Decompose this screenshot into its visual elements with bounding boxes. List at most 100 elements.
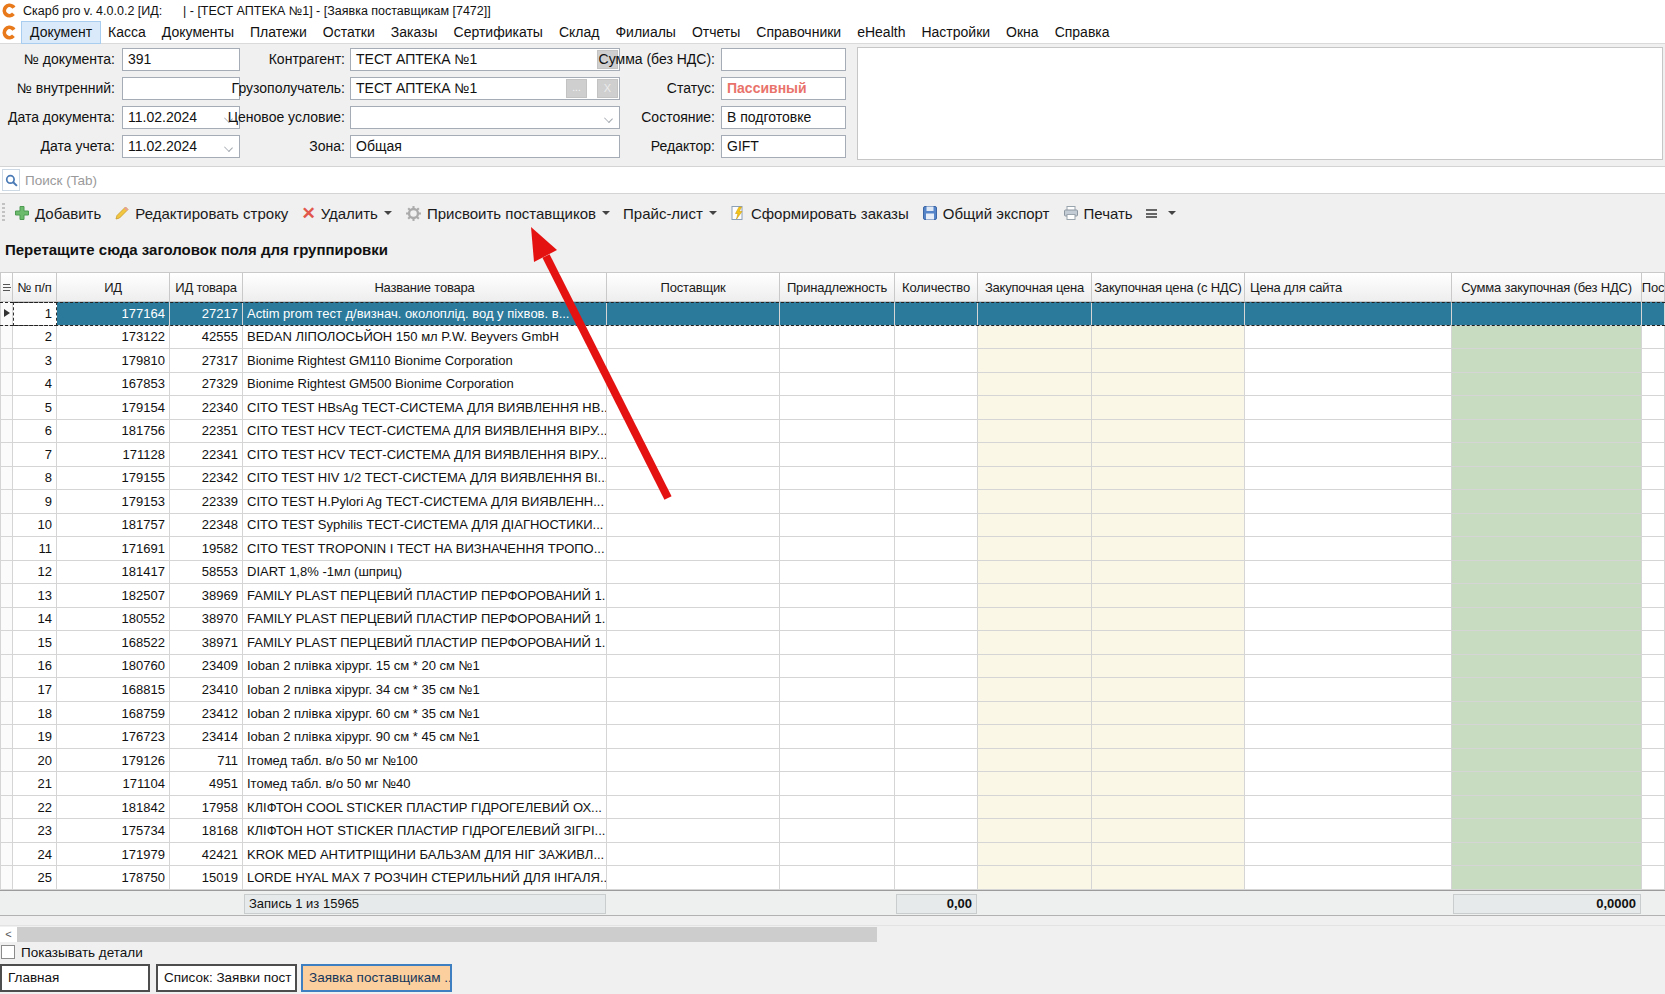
cell-tid[interactable]: 711 <box>170 749 243 773</box>
cell-id[interactable]: 179810 <box>57 349 170 373</box>
cell-price_vat[interactable] <box>1092 866 1245 890</box>
cell-num[interactable]: 3 <box>13 349 57 373</box>
cell-name[interactable]: Ioban 2 плівка хірург. 34 см * 35 см №1 <box>243 678 607 702</box>
cell-extra[interactable] <box>1642 584 1665 608</box>
cell-name[interactable]: КЛІФТОН HOT STICKER ПЛАСТИР ГІДРОГЕЛЕВИЙ… <box>243 819 607 843</box>
column-header-num[interactable]: № п/п <box>13 272 57 302</box>
menu-item-12[interactable]: eHealth <box>849 22 913 43</box>
cell-belong[interactable] <box>780 490 895 514</box>
cell-id[interactable]: 178750 <box>57 866 170 890</box>
cell-qty[interactable] <box>895 349 978 373</box>
cell-qty[interactable] <box>895 537 978 561</box>
cell-supplier[interactable] <box>607 537 780 561</box>
cell-supplier[interactable] <box>607 349 780 373</box>
cell-tid[interactable]: 23409 <box>170 655 243 679</box>
cell-belong[interactable] <box>780 373 895 397</box>
cell-tid[interactable]: 22339 <box>170 490 243 514</box>
cell-id[interactable]: 171979 <box>57 843 170 867</box>
cell-sum[interactable] <box>1452 702 1642 726</box>
cell-supplier[interactable] <box>607 561 780 585</box>
cell-price[interactable] <box>978 514 1092 538</box>
cell-sum[interactable] <box>1452 655 1642 679</box>
cell-site_price[interactable] <box>1245 796 1452 820</box>
table-row[interactable]: 618175622351CITO TEST HCV ТЕСТ-СИСТЕМА Д… <box>0 420 1665 444</box>
cell-site_price[interactable] <box>1245 561 1452 585</box>
cell-site_price[interactable] <box>1245 326 1452 350</box>
cell-name[interactable]: DIART 1,8% -1мл (шприц) <box>243 561 607 585</box>
cell-qty[interactable] <box>895 608 978 632</box>
table-row[interactable]: 917915322339CITO TEST H.Pylori Ag ТЕСТ-С… <box>0 490 1665 514</box>
cell-site_price[interactable] <box>1245 443 1452 467</box>
cell-extra[interactable] <box>1642 772 1665 796</box>
table-row[interactable]: 1917672323414Ioban 2 плівка хірург. 90 с… <box>0 725 1665 749</box>
cell-sum[interactable] <box>1452 349 1642 373</box>
cell-supplier[interactable] <box>607 420 780 444</box>
cell-supplier[interactable] <box>607 326 780 350</box>
cell-site_price[interactable] <box>1245 702 1452 726</box>
cell-extra[interactable] <box>1642 373 1665 397</box>
cell-name[interactable]: Ітомед табл. в/о 50 мг №100 <box>243 749 607 773</box>
column-header-price[interactable]: Закупочная цена <box>978 272 1092 302</box>
cell-name[interactable]: LORDE HYAL MAX 7 РОЗЧИН СТЕРИЛЬНИЙ ДЛЯ І… <box>243 866 607 890</box>
cell-qty[interactable] <box>895 631 978 655</box>
cell-name[interactable]: CITO TEST HIV 1/2 ТЕСТ-СИСТЕМА ДЛЯ ВИЯВЛ… <box>243 467 607 491</box>
cell-supplier[interactable] <box>607 843 780 867</box>
cell-name[interactable]: FAMILY PLAST ПЕРЦЕВИЙ ПЛАСТИР ПЕРФОРОВАН… <box>243 584 607 608</box>
cell-extra[interactable] <box>1642 443 1665 467</box>
cell-name[interactable]: CITO TEST HBsAg ТЕСТ-СИСТЕМА ДЛЯ ВИЯВЛЕН… <box>243 396 607 420</box>
cell-price_vat[interactable] <box>1092 725 1245 749</box>
cell-extra[interactable] <box>1642 561 1665 585</box>
column-header-name[interactable]: Название товара <box>243 272 607 302</box>
cell-sum[interactable] <box>1452 819 1642 843</box>
cell-id[interactable]: 179154 <box>57 396 170 420</box>
cell-num[interactable]: 23 <box>13 819 57 843</box>
cell-price_vat[interactable] <box>1092 608 1245 632</box>
sum-no-vat-input[interactable] <box>721 48 846 71</box>
cell-belong[interactable] <box>780 796 895 820</box>
table-row[interactable]: 117716427217Actim prom тест д/визнач. ок… <box>0 302 1665 326</box>
cell-num[interactable]: 19 <box>13 725 57 749</box>
table-row[interactable]: 416785327329Bionime Rightest GM500 Bioni… <box>0 373 1665 397</box>
menu-item-4[interactable]: Платежи <box>242 22 315 43</box>
cell-sum[interactable] <box>1452 796 1642 820</box>
cell-supplier[interactable] <box>607 655 780 679</box>
table-row[interactable]: 317981027317Bionime Rightest GM110 Bioni… <box>0 349 1665 373</box>
cell-id[interactable]: 180552 <box>57 608 170 632</box>
cell-sum[interactable] <box>1452 396 1642 420</box>
cell-num[interactable]: 12 <box>13 561 57 585</box>
cell-name[interactable]: Bionime Rightest GM110 Bionime Corporati… <box>243 349 607 373</box>
cell-tid[interactable]: 27329 <box>170 373 243 397</box>
cell-site_price[interactable] <box>1245 843 1452 867</box>
cell-price[interactable] <box>978 702 1092 726</box>
cell-price[interactable] <box>978 796 1092 820</box>
cell-price_vat[interactable] <box>1092 490 1245 514</box>
cell-id[interactable]: 168759 <box>57 702 170 726</box>
cell-belong[interactable] <box>780 396 895 420</box>
cell-site_price[interactable] <box>1245 514 1452 538</box>
scrollbar-thumb[interactable] <box>17 927 877 942</box>
cell-site_price[interactable] <box>1245 655 1452 679</box>
cell-belong[interactable] <box>780 631 895 655</box>
cell-tid[interactable]: 23414 <box>170 725 243 749</box>
column-header-marker[interactable] <box>0 272 13 302</box>
cell-extra[interactable] <box>1642 537 1665 561</box>
cell-sum[interactable] <box>1452 420 1642 444</box>
cell-belong[interactable] <box>780 819 895 843</box>
cell-supplier[interactable] <box>607 631 780 655</box>
cell-site_price[interactable] <box>1245 584 1452 608</box>
cell-id[interactable]: 181417 <box>57 561 170 585</box>
cell-tid[interactable]: 27317 <box>170 349 243 373</box>
cell-qty[interactable] <box>895 819 978 843</box>
cell-sum[interactable] <box>1452 749 1642 773</box>
cell-name[interactable]: CITO TEST H.Pylori Ag ТЕСТ-СИСТЕМА ДЛЯ В… <box>243 490 607 514</box>
cell-site_price[interactable] <box>1245 537 1452 561</box>
cell-name[interactable]: Bionime Rightest GM500 Bionime Corporati… <box>243 373 607 397</box>
table-row[interactable]: 1318250738969FAMILY PLAST ПЕРЦЕВИЙ ПЛАСТ… <box>0 584 1665 608</box>
cell-tid[interactable]: 22348 <box>170 514 243 538</box>
table-row[interactable]: 1018175722348CITO TEST Syphilis ТЕСТ-СИС… <box>0 514 1665 538</box>
cell-price_vat[interactable] <box>1092 349 1245 373</box>
cell-name[interactable]: КЛІФТОН COOL STICKER ПЛАСТИР ГІДРОГЕЛЕВИ… <box>243 796 607 820</box>
cell-price_vat[interactable] <box>1092 655 1245 679</box>
cell-num[interactable]: 1 <box>13 302 57 326</box>
cell-name[interactable]: Ioban 2 плівка хірург. 15 см * 20 см №1 <box>243 655 607 679</box>
